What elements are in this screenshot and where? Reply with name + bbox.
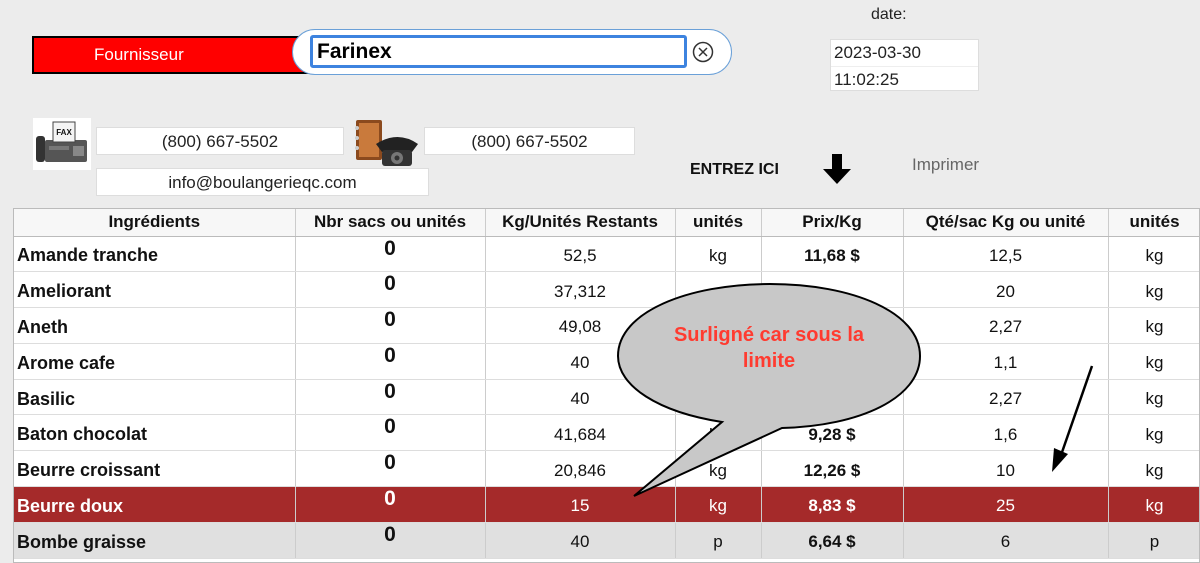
cell-qte-sac[interactable]: 20 — [903, 271, 1109, 309]
cell-nbr-sacs[interactable]: 0 — [295, 414, 486, 452]
cell-ingredient[interactable]: Ameliorant — [14, 271, 296, 309]
column-header[interactable]: Qté/sac Kg ou unité — [903, 209, 1109, 237]
cell-unites-2[interactable]: kg — [1108, 379, 1199, 416]
callout-line-2: limite — [742, 350, 796, 372]
column-header[interactable]: Nbr sacs ou unités — [295, 209, 486, 237]
cell-nbr-sacs[interactable]: 0 — [295, 486, 486, 523]
pointer-arrow-icon — [1052, 365, 1094, 472]
cell-nbr-sacs[interactable]: 0 — [295, 450, 486, 488]
imprimer-button[interactable]: Imprimer — [912, 155, 979, 175]
cell-prix[interactable]: 11,68 $ — [761, 236, 904, 273]
table-row[interactable]: Baton chocolat 0 41,684 kg 9,28 $ 1,6 kg — [14, 414, 1199, 452]
phone-book-icon — [355, 120, 418, 166]
cell-qte-sac[interactable]: 12,5 — [903, 236, 1109, 273]
cell-qte-sac[interactable]: 6 — [903, 522, 1109, 559]
date-value: 2023-03-30 — [834, 43, 921, 62]
cell-qte-sac[interactable]: 2,27 — [903, 307, 1109, 344]
clear-icon[interactable] — [692, 41, 714, 63]
date-field[interactable]: 2023-03-30 11:02:25 — [830, 39, 979, 91]
cell-unites-2[interactable]: p — [1108, 522, 1199, 559]
cell-ingredient[interactable]: Bombe graisse — [14, 522, 296, 559]
cell-prix[interactable]: 6,64 $ — [761, 522, 904, 559]
speech-bubble — [616, 282, 922, 497]
column-header[interactable]: Ingrédients — [14, 209, 296, 237]
table-row[interactable]: Bombe graisse 0 40 p 6,64 $ 6 p — [14, 522, 1199, 559]
time-value: 11:02:25 — [831, 66, 978, 92]
table-row[interactable]: Amande tranche 0 52,5 kg 11,68 $ 12,5 kg — [14, 236, 1199, 273]
table-row[interactable]: Basilic 0 40 2,27 kg — [14, 379, 1199, 416]
column-header[interactable]: unités — [675, 209, 762, 237]
cell-unites[interactable]: p — [675, 522, 762, 559]
cell-ingredient[interactable]: Amande tranche — [14, 236, 296, 273]
fournisseur-search-input[interactable] — [310, 35, 687, 68]
cell-ingredient[interactable]: Beurre croissant — [14, 450, 296, 488]
date-label: date: — [871, 6, 907, 23]
table-row[interactable]: Aneth 0 49,08 2,27 kg — [14, 307, 1199, 344]
cell-unites-2[interactable]: kg — [1108, 486, 1199, 523]
entrez-ici-label: ENTREZ ICI — [690, 161, 779, 178]
table-row[interactable]: Arome cafe 0 40 1,1 kg — [14, 343, 1199, 380]
table-row-highlighted[interactable]: Beurre doux 0 15 kg 8,83 $ 25 kg — [14, 486, 1199, 523]
cell-qte-sac[interactable]: 25 — [903, 486, 1109, 523]
svg-text:FAX: FAX — [56, 128, 72, 137]
cell-nbr-sacs[interactable]: 0 — [295, 522, 486, 559]
phone-number-field[interactable]: (800) 667-5502 — [424, 127, 635, 155]
cell-unites-2[interactable]: kg — [1108, 271, 1199, 309]
cell-unites-2[interactable]: kg — [1108, 236, 1199, 273]
fournisseur-label: Fournisseur — [32, 36, 332, 74]
cell-ingredient[interactable]: Aneth — [14, 307, 296, 344]
cell-unites-2[interactable]: kg — [1108, 343, 1199, 380]
cell-nbr-sacs[interactable]: 0 — [295, 236, 486, 273]
cell-unites-2[interactable]: kg — [1108, 307, 1199, 344]
cell-ingredient[interactable]: Basilic — [14, 379, 296, 416]
cell-ingredient[interactable]: Arome cafe — [14, 343, 296, 380]
arrow-down-icon — [823, 154, 851, 184]
table-row[interactable]: Beurre croissant 0 20,846 kg 12,26 $ 10 … — [14, 450, 1199, 488]
column-header[interactable]: Kg/Unités Restants — [485, 209, 676, 237]
table-header-row: Ingrédients Nbr sacs ou unités Kg/Unités… — [14, 209, 1199, 237]
cell-nbr-sacs[interactable]: 0 — [295, 271, 486, 309]
cell-nbr-sacs[interactable]: 0 — [295, 343, 486, 380]
callout-text: Surligné car sous la limite — [644, 322, 894, 374]
cell-unites[interactable]: kg — [675, 236, 762, 273]
cell-restants[interactable]: 40 — [485, 522, 676, 559]
ingredients-table: Ingrédients Nbr sacs ou unités Kg/Unités… — [13, 208, 1200, 563]
cell-unites-2[interactable]: kg — [1108, 450, 1199, 488]
fax-number-field[interactable]: (800) 667-5502 — [96, 127, 344, 155]
column-header[interactable]: Prix/Kg — [761, 209, 904, 237]
cell-nbr-sacs[interactable]: 0 — [295, 307, 486, 344]
cell-restants[interactable]: 52,5 — [485, 236, 676, 273]
cell-unites-2[interactable]: kg — [1108, 414, 1199, 452]
cell-ingredient[interactable]: Baton chocolat — [14, 414, 296, 452]
callout-line-1: Surligné car sous la — [673, 324, 865, 346]
cell-nbr-sacs[interactable]: 0 — [295, 379, 486, 416]
fax-icon: FAX — [33, 118, 91, 170]
table-row[interactable]: Ameliorant 0 37,312 20 kg — [14, 271, 1199, 309]
column-header[interactable]: unités — [1108, 209, 1199, 237]
email-field[interactable]: info@boulangerieqc.com — [96, 168, 429, 196]
cell-ingredient[interactable]: Beurre doux — [14, 486, 296, 523]
